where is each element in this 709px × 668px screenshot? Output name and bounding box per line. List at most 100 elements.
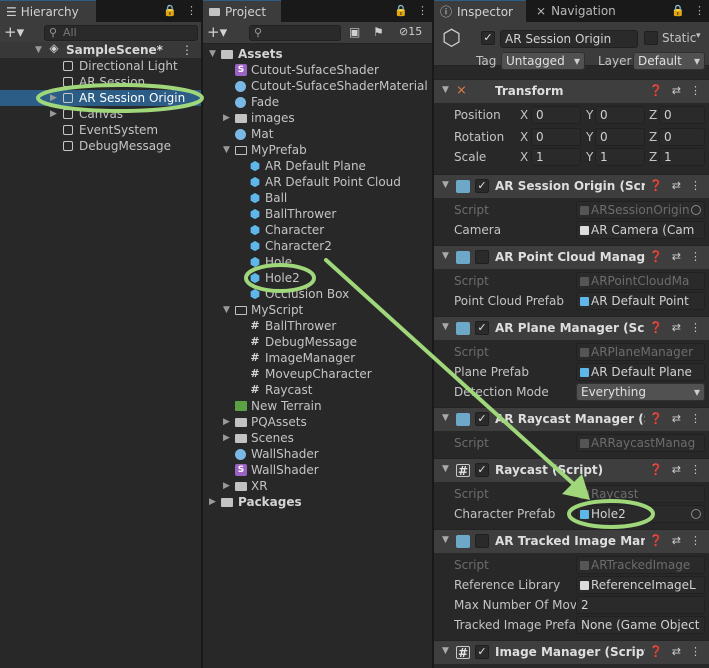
preset-icon[interactable]: ⇄	[672, 250, 681, 263]
component-enabled-checkbox[interactable]	[475, 250, 489, 264]
filter-by-type-icon[interactable]: ▣	[349, 25, 360, 39]
project-item[interactable]: Mat	[203, 126, 432, 142]
scene-row[interactable]: ▼ ◈ SampleScene* ⋮	[0, 42, 201, 58]
expand-arrow-icon[interactable]: ▶	[223, 478, 230, 494]
project-prefab[interactable]: ⬢ Hole2	[203, 270, 432, 286]
component-enabled-checkbox[interactable]: ✓	[475, 463, 489, 477]
filter-by-label-icon[interactable]: ⚑	[373, 25, 384, 39]
preset-icon[interactable]: ⇄	[672, 463, 681, 476]
project-folder[interactable]: ▶ Packages	[203, 494, 432, 510]
project-folder[interactable]: ▶ Scenes	[203, 430, 432, 446]
expand-arrow-icon[interactable]: ▼	[223, 142, 230, 158]
component-enabled-checkbox[interactable]	[475, 534, 489, 548]
project-item[interactable]: Fade	[203, 94, 432, 110]
component-enabled-checkbox[interactable]: ✓	[475, 645, 489, 659]
project-script[interactable]: # BallThrower	[203, 318, 432, 334]
collapse-arrow-icon[interactable]: ▼	[442, 464, 449, 474]
component-enabled-checkbox[interactable]: ✓	[475, 412, 489, 426]
tag-dropdown[interactable]: Untagged	[501, 52, 585, 70]
rotation-y-field[interactable]: 0	[595, 128, 645, 146]
tracked-image-prefab-field[interactable]: None (Game Object	[576, 616, 705, 634]
kebab-menu-icon[interactable]: ⋮	[690, 250, 701, 263]
project-folder[interactable]: ▼ Assets	[203, 46, 432, 62]
project-prefab[interactable]: ⬢ Character2	[203, 238, 432, 254]
collapse-arrow-icon[interactable]: ▼	[442, 180, 449, 190]
preset-icon[interactable]: ⇄	[672, 412, 681, 425]
ar-tracked-image-manager-component-header[interactable]: ▼ AR Tracked Image Manag ❓ ⇄ ⋮	[434, 529, 709, 553]
rotation-x-field[interactable]: 0	[531, 128, 581, 146]
preset-icon[interactable]: ⇄	[672, 321, 681, 334]
help-icon[interactable]: ❓	[649, 321, 663, 334]
layer-dropdown[interactable]: Default	[633, 52, 705, 70]
kebab-menu-icon[interactable]: ⋮	[690, 84, 701, 97]
kebab-menu-icon[interactable]: ⋮	[690, 321, 701, 334]
preset-icon[interactable]: ⇄	[672, 645, 681, 658]
max-number-field[interactable]: 2	[576, 596, 705, 614]
project-item[interactable]: Cutout-SufaceShaderMaterial	[203, 78, 432, 94]
hierarchy-item[interactable]: EventSystem	[0, 122, 201, 138]
collapse-arrow-icon[interactable]: ▼	[442, 413, 449, 423]
kebab-menu-icon[interactable]: ⋮	[186, 4, 197, 17]
tab-navigation[interactable]: ⨯ Navigation	[530, 0, 634, 22]
object-picker-icon[interactable]	[691, 205, 701, 215]
scene-menu-icon[interactable]: ⋮	[181, 42, 193, 58]
project-item[interactable]: New Terrain	[203, 398, 432, 414]
transform-component-header[interactable]: ▼ ⨯ Transform ❓ ⇄ ⋮	[434, 79, 709, 103]
project-folder[interactable]: ▶ PQAssets	[203, 414, 432, 430]
position-y-field[interactable]: 0	[595, 106, 645, 124]
tab-hierarchy[interactable]: ☰ Hierarchy	[0, 0, 96, 22]
expand-arrow-icon[interactable]: ▼	[35, 42, 42, 58]
expand-arrow-icon[interactable]: ▶	[50, 106, 57, 122]
camera-reference-field[interactable]: AR Camera (Cam	[576, 221, 705, 239]
collapse-arrow-icon[interactable]: ▼	[442, 322, 449, 332]
scale-z-field[interactable]: 1	[659, 148, 705, 166]
project-script[interactable]: # MoveupCharacter	[203, 366, 432, 382]
kebab-menu-icon[interactable]: ⋮	[417, 4, 428, 17]
help-icon[interactable]: ❓	[649, 84, 663, 97]
collapse-arrow-icon[interactable]: ▼	[442, 646, 449, 656]
static-dropdown-arrow-icon[interactable]: ▾	[696, 31, 701, 41]
ar-session-origin-component-header[interactable]: ▼ ✓ AR Session Origin (Script) ❓ ⇄ ⋮	[434, 174, 709, 198]
project-item[interactable]: WallShader	[203, 446, 432, 462]
collapse-arrow-icon[interactable]: ▼	[442, 85, 449, 95]
ar-point-cloud-manager-component-header[interactable]: ▼ AR Point Cloud Manager ( ❓ ⇄ ⋮	[434, 245, 709, 269]
collapse-arrow-icon[interactable]: ▼	[442, 251, 449, 261]
component-enabled-checkbox[interactable]: ✓	[475, 179, 489, 193]
help-icon[interactable]: ❓	[649, 463, 663, 476]
project-prefab[interactable]: ⬢ Character	[203, 222, 432, 238]
project-prefab[interactable]: ⬢ Ball	[203, 190, 432, 206]
help-icon[interactable]: ❓	[649, 179, 663, 192]
preset-icon[interactable]: ⇄	[672, 179, 681, 192]
active-checkbox[interactable]: ✓	[481, 31, 495, 45]
object-picker-icon[interactable]	[691, 509, 701, 519]
lock-icon[interactable]: 🔒	[671, 4, 685, 17]
project-item[interactable]: S Cutout-SufaceShader	[203, 62, 432, 78]
help-icon[interactable]: ❓	[649, 250, 663, 263]
project-prefab[interactable]: ⬢ AR Default Point Cloud	[203, 174, 432, 190]
project-prefab[interactable]: ⬢ Occlusion Box	[203, 286, 432, 302]
preset-icon[interactable]: ⇄	[672, 534, 681, 547]
expand-arrow-icon[interactable]: ▶	[223, 430, 230, 446]
project-folder[interactable]: ▶ images	[203, 110, 432, 126]
expand-arrow-icon[interactable]: ▶	[50, 90, 57, 106]
scale-y-field[interactable]: 1	[595, 148, 645, 166]
expand-arrow-icon[interactable]: ▼	[209, 46, 216, 62]
point-cloud-prefab-field[interactable]: AR Default Point	[576, 292, 705, 310]
project-prefab[interactable]: ⬢ Hole	[203, 254, 432, 270]
image-manager-component-header[interactable]: ▼ # ✓ Image Manager (Script) ❓ ⇄ ⋮	[434, 640, 709, 664]
kebab-menu-icon[interactable]: ⋮	[690, 179, 701, 192]
object-name-field[interactable]: AR Session Origin	[500, 30, 638, 48]
kebab-menu-icon[interactable]: ⋮	[690, 463, 701, 476]
kebab-menu-icon[interactable]: ⋮	[690, 645, 701, 658]
static-checkbox[interactable]	[644, 31, 658, 45]
help-icon[interactable]: ❓	[649, 534, 663, 547]
ar-raycast-manager-component-header[interactable]: ▼ ✓ AR Raycast Manager (Scr ❓ ⇄ ⋮	[434, 407, 709, 431]
collapse-arrow-icon[interactable]: ▼	[442, 535, 449, 545]
kebab-menu-icon[interactable]: ⋮	[690, 534, 701, 547]
help-icon[interactable]: ❓	[649, 412, 663, 425]
project-script[interactable]: # DebugMessage	[203, 334, 432, 350]
project-prefab[interactable]: ⬢ BallThrower	[203, 206, 432, 222]
lock-icon[interactable]: 🔒	[394, 4, 408, 17]
rotation-z-field[interactable]: 0	[659, 128, 705, 146]
hierarchy-item-selected[interactable]: ▶ AR Session Origin	[0, 90, 201, 106]
